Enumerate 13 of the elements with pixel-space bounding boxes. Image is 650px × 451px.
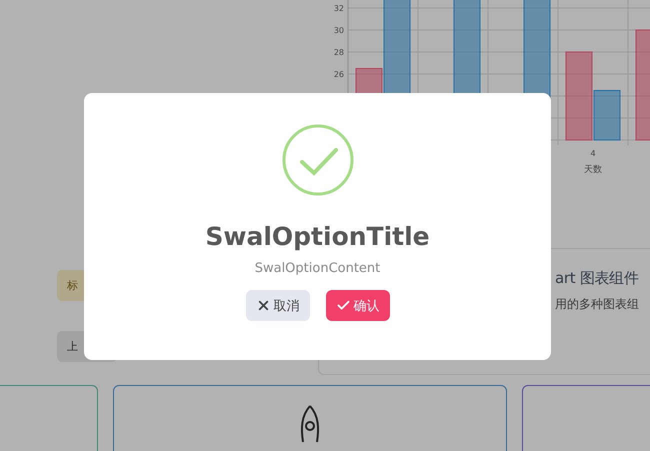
confirm-button[interactable]: 确认 (326, 290, 390, 321)
axis-tick-label: 32 (334, 4, 344, 13)
dialog-content: SwalOptionContent (254, 261, 380, 276)
axis-title: 天数 (584, 165, 602, 175)
axis-tick-label: 26 (334, 70, 344, 79)
axis-tick-label: 30 (334, 26, 344, 35)
success-icon (282, 124, 354, 196)
axis-tick-label: 28 (334, 48, 344, 57)
cancel-button[interactable]: 取消 (246, 290, 310, 321)
axis-tick-label: 4 (590, 149, 596, 158)
card-description: 用的多种图表组 (555, 296, 640, 313)
dialog-title: SwalOptionTitle (205, 222, 430, 251)
card-title: art 图表组件 (555, 269, 640, 288)
